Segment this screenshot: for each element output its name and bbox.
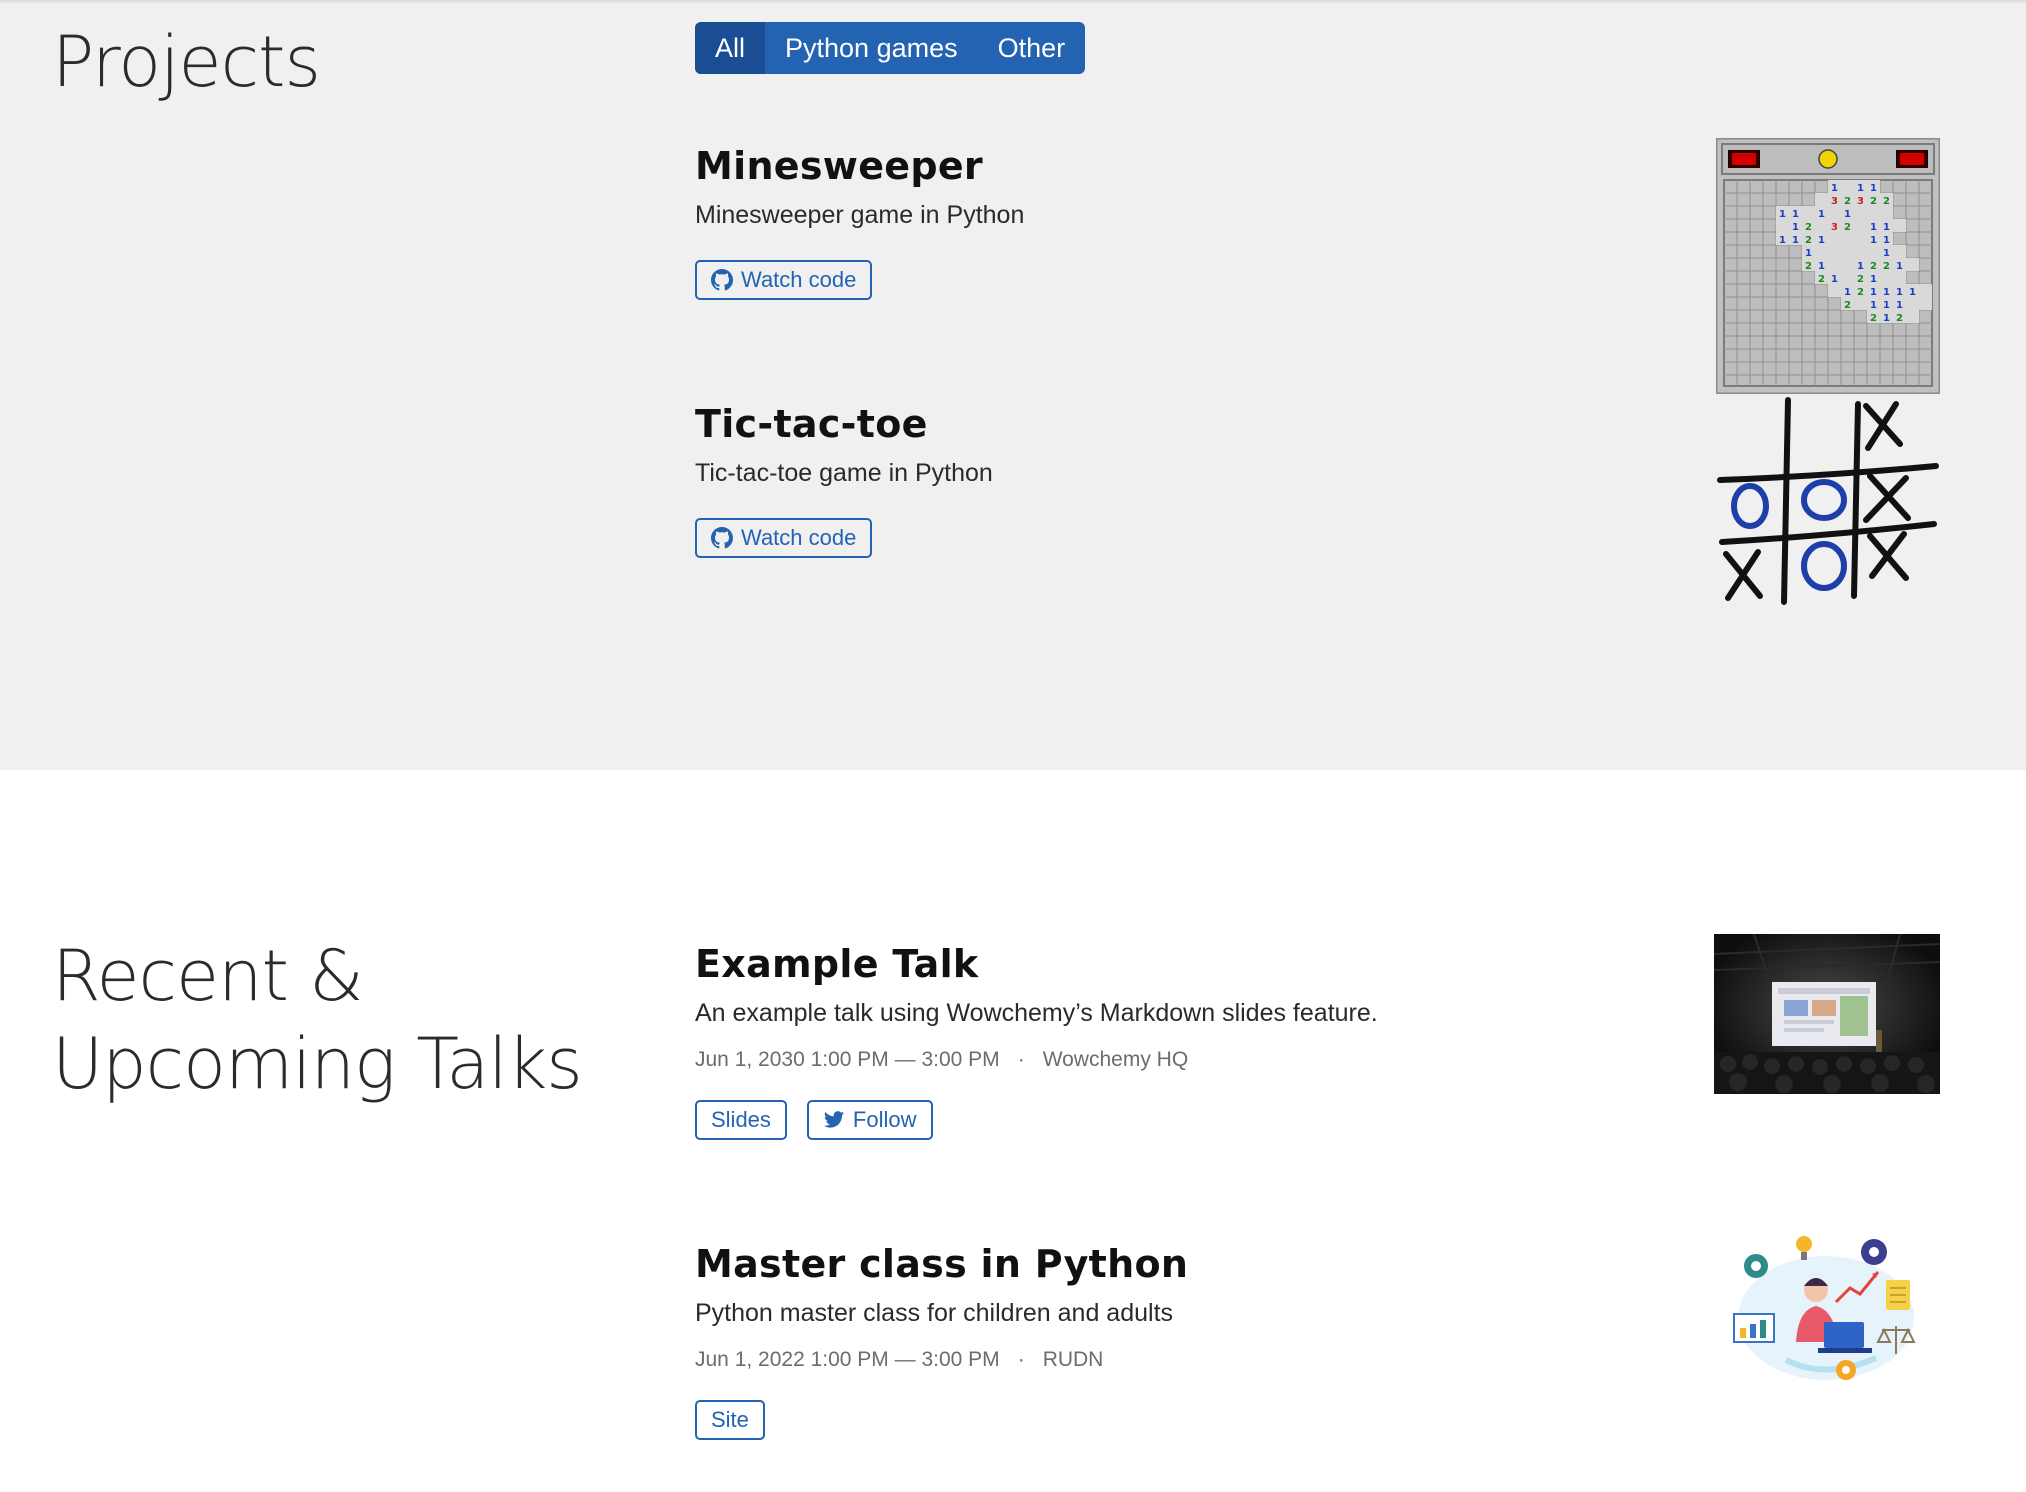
watch-code-button[interactable]: Watch code [695, 260, 873, 300]
svg-text:1: 1 [1883, 235, 1890, 246]
svg-text:2: 2 [1805, 235, 1812, 246]
page: Projects All Python games Other Mineswee… [0, 0, 2026, 1492]
talk-item-example: Example Talk An example talk using Wowch… [695, 940, 1378, 1140]
site-button[interactable]: Site [695, 1400, 765, 1440]
svg-text:1: 1 [1870, 235, 1877, 246]
follow-button[interactable]: Follow [806, 1100, 933, 1140]
project-item-tic-tac-toe: Tic-tac-toe Tic-tac-toe game in Python W… [695, 400, 993, 558]
svg-text:1: 1 [1870, 183, 1877, 194]
svg-text:2: 2 [1870, 261, 1877, 272]
svg-text:1: 1 [1818, 235, 1825, 246]
project-filter-bar: All Python games Other [695, 22, 1086, 74]
svg-text:2: 2 [1883, 196, 1890, 207]
svg-text:2: 2 [1857, 274, 1864, 285]
svg-text:1: 1 [1883, 287, 1890, 298]
slides-button[interactable]: Slides [695, 1100, 787, 1140]
project-summary: Minesweeper game in Python [695, 201, 1025, 229]
svg-text:3: 3 [1831, 196, 1838, 207]
minesweeper-thumbnail[interactable]: 11 1 32 32 2 11 11 12 32 11 11 21 11 11 … [1716, 138, 1940, 394]
tic-tac-toe-thumbnail[interactable] [1716, 396, 1940, 606]
project-title[interactable]: Tic-tac-toe [695, 400, 993, 448]
talk-meta: Jun 1, 2030 1:00 PM — 3:00 PM · Wowchemy H… [695, 1048, 1378, 1072]
talks-section: Recent & Upcoming Talks Example Talk An … [0, 770, 2026, 1492]
svg-text:1: 1 [1805, 248, 1812, 259]
project-title[interactable]: Minesweeper [695, 142, 1024, 190]
svg-text:1: 1 [1831, 274, 1838, 285]
svg-text:1: 1 [1870, 222, 1877, 233]
talk-location: Wowchemy HQ [1042, 1048, 1189, 1071]
svg-text:1: 1 [1883, 222, 1890, 233]
svg-text:1: 1 [1870, 300, 1877, 311]
svg-text:2: 2 [1805, 261, 1812, 272]
svg-text:1: 1 [1779, 209, 1786, 220]
watch-code-button[interactable]: Watch code [695, 518, 873, 558]
svg-text:2: 2 [1870, 313, 1877, 324]
github-icon [711, 527, 733, 549]
conference-photo[interactable] [1714, 934, 1940, 1094]
talk-date: Jun 1, 2022 1:00 PM — 3:00 PM [695, 1348, 1000, 1371]
github-icon [711, 269, 733, 291]
svg-text:1: 1 [1818, 261, 1825, 272]
svg-text:1: 1 [1844, 287, 1851, 298]
svg-text:1: 1 [1896, 261, 1903, 272]
site-label: Site [711, 1407, 749, 1432]
svg-text:2: 2 [1844, 222, 1851, 233]
svg-text:1: 1 [1844, 209, 1851, 220]
watch-code-label: Watch code [741, 267, 857, 292]
talk-summary: Python master class for children and adu… [695, 1299, 1174, 1327]
follow-label: Follow [852, 1107, 917, 1132]
svg-text:3: 3 [1857, 196, 1864, 207]
talk-date: Jun 1, 2030 1:00 PM — 3:00 PM [695, 1048, 1000, 1071]
project-summary: Tic-tac-toe game in Python [695, 459, 993, 487]
talk-item-master-class: Master class in Python Python master cla… [695, 1240, 1188, 1440]
svg-text:1: 1 [1909, 287, 1916, 298]
svg-text:1: 1 [1896, 300, 1903, 311]
svg-text:1: 1 [1883, 300, 1890, 311]
talk-title[interactable]: Master class in Python [695, 1240, 1188, 1288]
svg-text:2: 2 [1857, 287, 1864, 298]
svg-text:1: 1 [1779, 235, 1786, 246]
svg-text:2: 2 [1844, 300, 1851, 311]
talks-heading-line2: Upcoming Talks [52, 1023, 583, 1105]
svg-text:1: 1 [1870, 274, 1877, 285]
svg-text:1: 1 [1896, 287, 1903, 298]
slides-label: Slides [711, 1107, 771, 1132]
talks-heading-line1: Recent & [52, 935, 364, 1017]
svg-text:1: 1 [1792, 235, 1799, 246]
talks-heading: Recent & Upcoming Talks [52, 932, 583, 1108]
svg-text:2: 2 [1805, 222, 1812, 233]
svg-text:2: 2 [1844, 196, 1851, 207]
filter-python-games[interactable]: Python games [765, 22, 978, 74]
talk-summary: An example talk using Wowchemy’s Markdow… [695, 999, 1378, 1027]
meta-separator: · [1017, 1048, 1025, 1071]
filter-all[interactable]: All [695, 22, 766, 74]
talk-location: RUDN [1042, 1348, 1104, 1371]
svg-text:1: 1 [1870, 287, 1877, 298]
svg-text:2: 2 [1818, 274, 1825, 285]
svg-text:1: 1 [1831, 183, 1838, 194]
svg-text:1: 1 [1883, 248, 1890, 259]
svg-text:1: 1 [1792, 222, 1799, 233]
svg-text:1: 1 [1883, 313, 1890, 324]
projects-section: Projects All Python games Other Mineswee… [0, 0, 2026, 770]
project-item-minesweeper: Minesweeper Minesweeper game in Python W… [695, 142, 1024, 300]
svg-text:3: 3 [1831, 222, 1838, 233]
watch-code-label: Watch code [741, 525, 857, 550]
analytics-illustration[interactable] [1726, 1230, 1926, 1390]
svg-text:2: 2 [1896, 313, 1903, 324]
twitter-icon [823, 1111, 845, 1128]
svg-text:1: 1 [1818, 209, 1825, 220]
talk-title[interactable]: Example Talk [695, 940, 1378, 988]
projects-heading: Projects [52, 21, 321, 103]
talk-meta: Jun 1, 2022 1:00 PM — 3:00 PM · RUDN [695, 1348, 1188, 1372]
svg-text:1: 1 [1857, 183, 1864, 194]
header-shadow [0, 0, 2026, 4]
svg-text:1: 1 [1857, 261, 1864, 272]
svg-text:2: 2 [1870, 196, 1877, 207]
filter-other[interactable]: Other [978, 22, 1086, 74]
meta-separator: · [1017, 1348, 1025, 1371]
svg-text:2: 2 [1883, 261, 1890, 272]
svg-text:1: 1 [1792, 209, 1799, 220]
